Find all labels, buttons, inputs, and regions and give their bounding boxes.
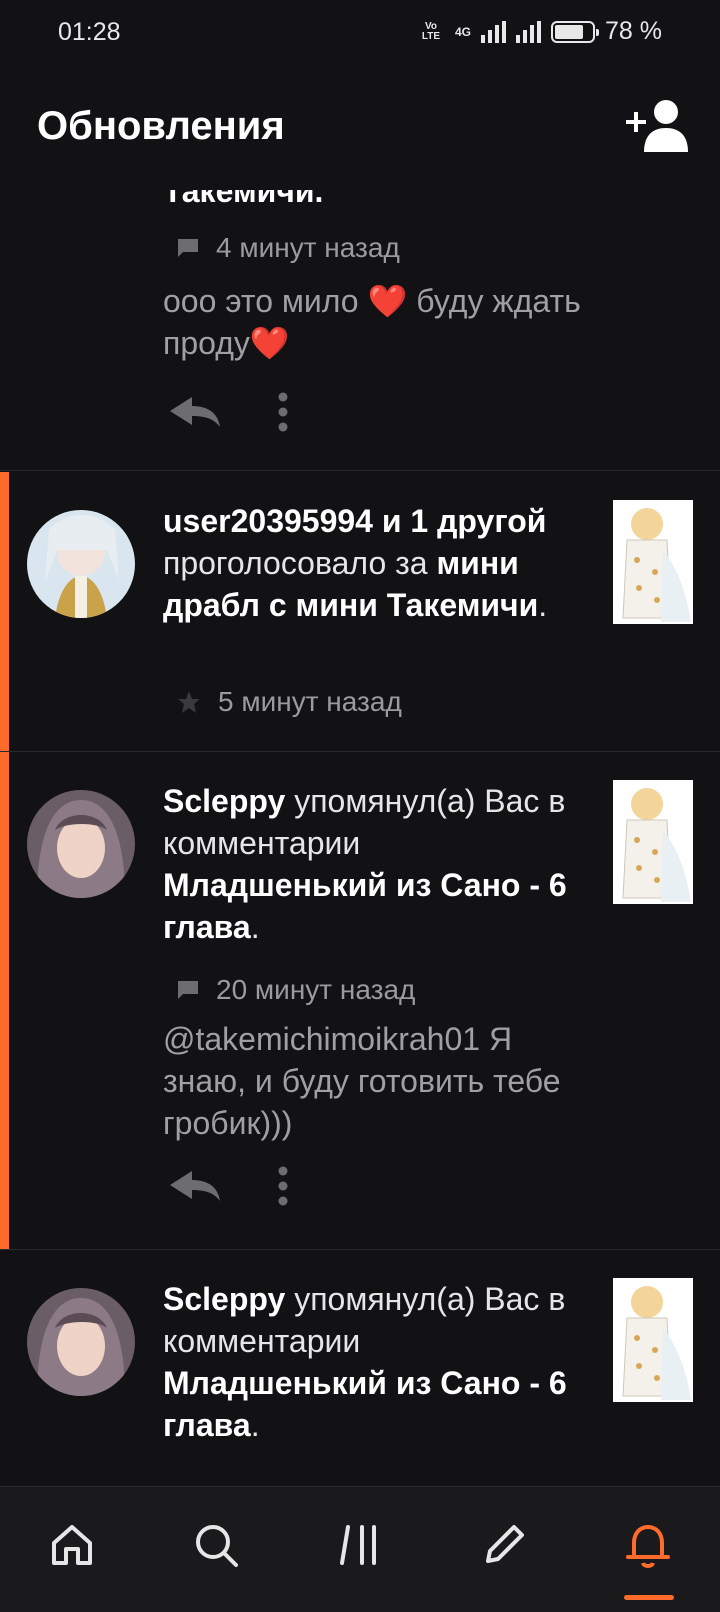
notification-card[interactable]: user20395994 и 1 другой проголосовало за… [0, 472, 720, 752]
story-title[interactable]: Младшенький из Сано - 6 глава [163, 867, 567, 945]
status-time: 01:28 [58, 18, 121, 46]
battery-percent: 78 % [605, 17, 662, 45]
notification-card[interactable]: Такемичи. 4 минут назад ооо это мило ❤️ … [0, 190, 720, 471]
more-options-icon[interactable] [278, 392, 288, 432]
story-cover[interactable] [613, 1278, 693, 1402]
sentence-dot: . [538, 587, 548, 623]
write-icon[interactable] [476, 1517, 532, 1573]
home-icon[interactable] [44, 1517, 100, 1573]
add-user-icon[interactable] [626, 98, 692, 154]
notification-meta: 5 минут назад [178, 686, 402, 718]
story-title[interactable]: Такемичи. [163, 190, 323, 209]
comment-actions [170, 1166, 288, 1206]
page-title: Обновления [37, 104, 285, 148]
app-header: Обновления [0, 66, 720, 190]
story-cover[interactable] [613, 500, 693, 624]
status-icons: Vo LTE 4G 78 % [417, 17, 662, 46]
library-icon[interactable] [332, 1517, 388, 1573]
user-name[interactable]: Sclepру [163, 1281, 285, 1317]
quote-text: ооо это мило [163, 283, 368, 319]
bottom-nav [0, 1486, 720, 1612]
reply-icon[interactable] [170, 397, 222, 427]
network-type: 4G [455, 24, 472, 39]
comment-icon [178, 239, 198, 257]
story-title[interactable]: Младшенький из Сано - 6 глава [163, 1365, 567, 1443]
notification-time: 20 минут назад [216, 974, 416, 1005]
status-bar: 01:28 Vo LTE 4G 78 % [0, 0, 720, 66]
notifications-feed: Такемичи. 4 минут назад ооо это мило ❤️ … [0, 190, 720, 1486]
notification-meta: 20 минут назад [178, 974, 415, 1006]
notification-card[interactable]: Sclepру упомянул(а) Вас в комментарии Мл… [0, 752, 720, 1250]
reply-icon[interactable] [170, 1171, 222, 1201]
user-name[interactable]: user20395994 и 1 другой [163, 503, 546, 539]
notification-time: 5 минут назад [218, 686, 402, 717]
notifications-icon[interactable] [620, 1517, 676, 1573]
notification-text: user20395994 и 1 другой проголосовало за… [163, 500, 583, 626]
heart-emoji-2: ❤️ [249, 325, 290, 361]
comment-quote: @takemichimoikrah01 Я знаю, и буду готов… [163, 1021, 561, 1141]
volte-indicator: Vo LTE [421, 20, 441, 42]
notification-text: Sclepру упомянул(а) Вас в комментарии Мл… [163, 1278, 583, 1446]
story-cover[interactable] [613, 780, 693, 904]
active-tab-indicator [624, 1595, 674, 1600]
notification-time: 4 минут назад [216, 232, 400, 263]
comment-actions [170, 392, 288, 432]
notification-card[interactable]: Sclepру упомянул(а) Вас в комментарии Мл… [0, 1250, 720, 1486]
sentence-dot: . [250, 909, 260, 945]
action-text: проголосовало за [163, 545, 437, 581]
comment-quote: ооо это мило ❤️ буду ждать проду❤️ [163, 280, 583, 364]
avatar[interactable] [27, 510, 135, 618]
notification-text: Такемичи. [163, 190, 583, 212]
notification-meta: 4 минут назад [178, 232, 400, 264]
battery-icon [551, 20, 600, 43]
avatar[interactable] [27, 1288, 135, 1396]
signal-icon-2 [516, 20, 542, 43]
signal-icon [481, 20, 507, 43]
search-icon[interactable] [188, 1517, 244, 1573]
heart-emoji: ❤️ [367, 283, 408, 319]
avatar[interactable] [27, 790, 135, 898]
sentence-dot: . [250, 1407, 260, 1443]
star-icon [178, 691, 200, 713]
more-options-icon[interactable] [278, 1166, 288, 1206]
user-name[interactable]: Sclepру [163, 783, 285, 819]
notification-text: Sclepру упомянул(а) Вас в комментарии Мл… [163, 780, 583, 948]
comment-icon [178, 981, 198, 999]
